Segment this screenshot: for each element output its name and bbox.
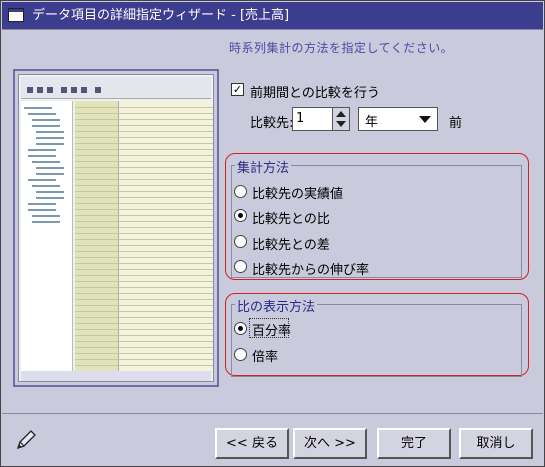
- preview-grid-line: [75, 191, 213, 192]
- chevron-down-icon[interactable]: [419, 116, 431, 123]
- compare-unit-value: 年: [365, 115, 379, 130]
- preview-grid-line: [75, 275, 213, 276]
- preview-grid-line: [75, 185, 213, 186]
- preview-grid-line: [75, 233, 213, 234]
- title-bar[interactable]: データ項目の詳細指定ウィザード - [売上高]: [2, 2, 543, 29]
- preview-grid-line: [75, 125, 213, 126]
- aggregation-radio-actual[interactable]: [234, 185, 247, 198]
- cancel-button[interactable]: 取消し: [459, 428, 533, 459]
- preview-grid-line: [75, 221, 213, 222]
- preview-grid-line: [75, 251, 213, 252]
- preview-grid-line: [75, 245, 213, 246]
- aggregation-radio-difference[interactable]: [234, 235, 247, 248]
- preview-grid-line: [75, 155, 213, 156]
- aggregation-radio-ratio[interactable]: [234, 209, 247, 222]
- preview-grid-line: [75, 311, 213, 312]
- preview-grid-line: [75, 263, 213, 264]
- window-title: データ項目の詳細指定ウィザード - [売上高]: [32, 8, 290, 23]
- stepper-up-icon[interactable]: [336, 111, 346, 117]
- preview-grid-line: [75, 227, 213, 228]
- aggregation-group-title: 集計方法: [235, 157, 292, 176]
- preview-image: [13, 69, 219, 387]
- preview-grid-line: [75, 209, 213, 210]
- aggregation-radio-growth[interactable]: [234, 260, 247, 273]
- preview-grid-line: [75, 137, 213, 138]
- preview-grid-line: [75, 179, 213, 180]
- preview-grid-line: [75, 317, 213, 318]
- preview-grid-line: [75, 353, 213, 354]
- preview-grid-line: [75, 149, 213, 150]
- compare-prior-checkbox[interactable]: ✓: [231, 83, 244, 96]
- stepper-arrows[interactable]: [332, 108, 349, 130]
- preview-grid-line: [75, 269, 213, 270]
- wizard-window: データ項目の詳細指定ウィザード - [売上高] 時系列集計の方法を指定してくださ…: [0, 0, 545, 467]
- divider: [2, 413, 543, 414]
- preview-grid-line: [75, 365, 213, 366]
- compare-offset-stepper[interactable]: 1: [292, 107, 350, 131]
- preview-grid-line: [75, 329, 213, 330]
- preview-grid-line: [75, 293, 213, 294]
- preview-toolbar: [21, 77, 211, 99]
- ratio-radio-percent[interactable]: [234, 322, 247, 335]
- divider: [2, 29, 543, 30]
- preview-grid-line: [75, 305, 213, 306]
- preview-grid-line: [75, 323, 213, 324]
- preview-report-thumbnail: [18, 74, 214, 382]
- preview-grid-line: [75, 107, 213, 108]
- preview-grid-line: [75, 257, 213, 258]
- preview-grid-line: [75, 359, 213, 360]
- preview-grid-line: [75, 113, 213, 114]
- preview-grid-line: [75, 347, 213, 348]
- preview-grid: [75, 101, 213, 371]
- preview-grid-line: [75, 341, 213, 342]
- compare-prior-label: 前期間との比較を行う: [250, 86, 380, 101]
- compare-offset-value: 1: [296, 111, 305, 126]
- preview-grid-line: [75, 215, 213, 216]
- compare-unit-select[interactable]: 年: [358, 107, 438, 131]
- ratio-radio-multiple[interactable]: [234, 348, 247, 361]
- pencil-icon: [15, 429, 37, 455]
- preview-grid-line: [75, 281, 213, 282]
- next-button[interactable]: 次へ >>: [293, 428, 367, 459]
- preview-grid-line: [75, 239, 213, 240]
- preview-grid-line: [75, 131, 213, 132]
- stepper-down-icon[interactable]: [336, 121, 346, 127]
- aggregation-option-difference: 比較先との差: [252, 238, 330, 253]
- aggregation-option-actual: 比較先の実績値: [252, 187, 344, 202]
- preview-grid-line: [75, 143, 213, 144]
- back-button[interactable]: << 戻る: [215, 428, 289, 459]
- preview-grid-line: [75, 197, 213, 198]
- aggregation-option-ratio: 比較先との比: [252, 212, 330, 227]
- preview-grid-line: [75, 167, 213, 168]
- compare-suffix-label: 前: [449, 116, 463, 131]
- aggregation-option-growth: 比較先からの伸び率: [252, 263, 370, 278]
- preview-grid-line: [75, 173, 213, 174]
- ratio-option-multiple: 倍率: [252, 350, 279, 365]
- preview-grid-line: [75, 299, 213, 300]
- instruction-text: 時系列集計の方法を指定してください。: [229, 41, 454, 55]
- preview-status: [21, 371, 211, 381]
- preview-tree: [21, 101, 73, 371]
- preview-grid-line: [75, 335, 213, 336]
- ratio-option-percent: 百分率: [252, 324, 292, 339]
- window-icon: [8, 8, 24, 22]
- preview-grid-line: [75, 161, 213, 162]
- ratio-display-group-title: 比の表示方法: [235, 296, 318, 315]
- compare-target-label: 比較先:: [250, 116, 294, 131]
- preview-grid-line: [75, 287, 213, 288]
- preview-grid-line: [75, 119, 213, 120]
- finish-button[interactable]: 完了: [377, 428, 451, 459]
- preview-grid-line: [75, 203, 213, 204]
